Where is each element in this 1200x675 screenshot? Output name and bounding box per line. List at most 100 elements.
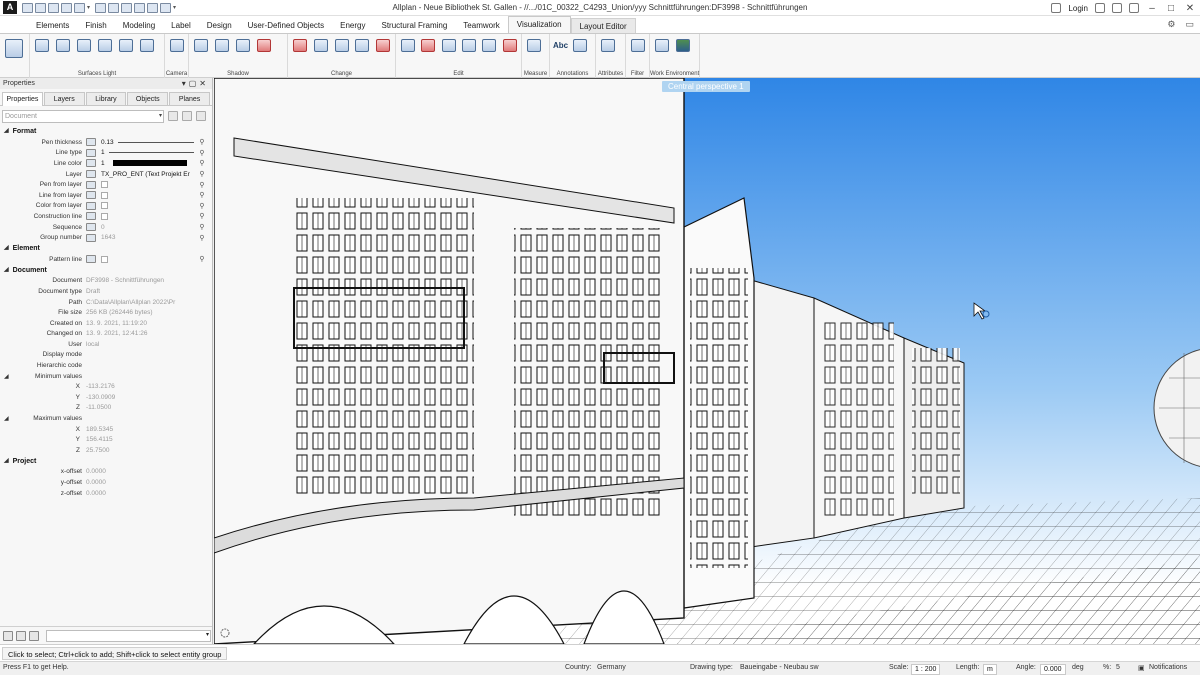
prop-minimum-values[interactable]: ◢ Minimum values bbox=[0, 371, 212, 382]
prop-pen-from-layer[interactable]: Pen from layer ⚲ bbox=[0, 179, 212, 190]
dock-icon[interactable]: ▭ bbox=[1185, 19, 1194, 30]
prop-pattern-line[interactable]: Pattern line ⚲ bbox=[0, 254, 212, 265]
open-icon[interactable] bbox=[35, 2, 46, 13]
favorite-select[interactable]: ▾ bbox=[46, 629, 211, 642]
cart-icon[interactable] bbox=[1112, 3, 1122, 13]
angle-value[interactable]: 0.000 bbox=[1040, 664, 1066, 675]
save-icon[interactable] bbox=[48, 2, 59, 13]
offset-icon[interactable] bbox=[460, 37, 477, 55]
copy-icon[interactable] bbox=[108, 2, 119, 13]
image-icon[interactable] bbox=[96, 37, 114, 55]
text-abc-icon[interactable]: Abc bbox=[553, 37, 568, 63]
attributes-icon[interactable] bbox=[599, 37, 617, 55]
notifications-icon[interactable]: ▣ bbox=[1138, 664, 1145, 672]
filter-icon[interactable] bbox=[629, 37, 646, 55]
help-icon[interactable] bbox=[1129, 3, 1139, 13]
prop-maximum-values[interactable]: ◢ Maximum values bbox=[0, 413, 212, 424]
search-icon[interactable] bbox=[168, 111, 178, 121]
mirror-icon[interactable] bbox=[374, 37, 392, 55]
copy-icon[interactable] bbox=[399, 37, 416, 55]
panel-controls[interactable]: ▾▢✕ bbox=[182, 79, 209, 88]
chevron-down-icon[interactable]: ▾ bbox=[87, 3, 93, 13]
notifications-button[interactable]: Notifications bbox=[1149, 664, 1187, 671]
split-icon[interactable] bbox=[419, 37, 436, 55]
prop-pen-thickness[interactable]: Pen thickness 0.13 ⚲ bbox=[0, 137, 212, 148]
section-icon[interactable] bbox=[255, 37, 273, 55]
new-icon[interactable] bbox=[22, 2, 33, 13]
prop-group-number[interactable]: Group number 1643 ⚲ bbox=[0, 232, 212, 243]
tab-energy[interactable]: Energy bbox=[332, 18, 373, 33]
tab-layers[interactable]: Layers bbox=[43, 92, 85, 105]
tab-layout-editor[interactable]: Layout Editor bbox=[570, 18, 636, 33]
tab-design[interactable]: Design bbox=[199, 18, 240, 33]
measure-icon[interactable] bbox=[525, 37, 543, 55]
scale-value[interactable]: 1 : 200 bbox=[911, 664, 941, 675]
prop-layer[interactable]: Layer TX_PRO_ENT (Text Projekt Er ⚲ bbox=[0, 169, 212, 180]
length-value[interactable]: m bbox=[983, 664, 997, 675]
minimize-button[interactable]: – bbox=[1146, 3, 1158, 14]
prop-color-from-layer[interactable]: Color from layer ⚲ bbox=[0, 201, 212, 212]
pen-icon[interactable] bbox=[291, 37, 309, 55]
tab-user-defined-objects[interactable]: User-Defined Objects bbox=[240, 18, 332, 33]
print-icon[interactable] bbox=[61, 2, 72, 13]
section-document[interactable]: ◢ Document bbox=[0, 265, 212, 276]
section-element[interactable]: ◢ Element bbox=[0, 243, 212, 254]
light-icon[interactable] bbox=[117, 37, 135, 55]
chevron-down-icon[interactable]: ▾ bbox=[173, 3, 179, 13]
tab-teamwork[interactable]: Teamwork bbox=[455, 18, 507, 33]
tab-planes[interactable]: Planes bbox=[169, 92, 210, 105]
brush-icon[interactable] bbox=[3, 630, 13, 641]
view-icon[interactable] bbox=[134, 2, 145, 13]
tab-properties[interactable]: Properties bbox=[2, 92, 43, 106]
tab-structural-framing[interactable]: Structural Framing bbox=[374, 18, 456, 33]
material-icon[interactable] bbox=[75, 37, 93, 55]
prop-line-from-layer[interactable]: Line from layer ⚲ bbox=[0, 190, 212, 201]
undo-icon[interactable] bbox=[74, 2, 85, 13]
window-icon[interactable] bbox=[147, 2, 158, 13]
annotation-icon[interactable] bbox=[571, 37, 589, 55]
section-format[interactable]: ◢ Format bbox=[0, 126, 212, 137]
settings-icon[interactable] bbox=[1095, 3, 1105, 13]
move-icon[interactable] bbox=[333, 37, 351, 55]
lamp-icon[interactable] bbox=[138, 37, 156, 55]
apply-icon[interactable] bbox=[29, 630, 39, 641]
filter-icon[interactable] bbox=[182, 111, 192, 121]
properties-icon[interactable] bbox=[3, 37, 25, 61]
prop-line-color[interactable]: Line color 1 ⚲ bbox=[0, 158, 212, 169]
delete-icon[interactable] bbox=[501, 37, 518, 55]
section-project[interactable]: ◢ Project bbox=[0, 456, 212, 467]
tab-label[interactable]: Label bbox=[163, 18, 199, 33]
camera-icon[interactable] bbox=[168, 37, 185, 55]
prop-sequence[interactable]: Sequence 0 ⚲ bbox=[0, 222, 212, 233]
percent-value[interactable]: 5 bbox=[1116, 664, 1120, 671]
render-icon[interactable] bbox=[192, 37, 210, 55]
gear-icon[interactable]: ⚙ bbox=[1167, 19, 1175, 30]
check-icon[interactable] bbox=[196, 111, 206, 121]
prop-line-type[interactable]: Line type 1 ⚲ bbox=[0, 148, 212, 159]
tab-library[interactable]: Library bbox=[85, 92, 127, 105]
layer-icon[interactable] bbox=[121, 2, 132, 13]
redo-icon[interactable] bbox=[95, 2, 106, 13]
tools-icon[interactable] bbox=[160, 2, 171, 13]
sun-icon[interactable] bbox=[213, 37, 231, 55]
close-button[interactable]: ✕ bbox=[1184, 3, 1196, 14]
rotate-icon[interactable] bbox=[480, 37, 497, 55]
document-select[interactable]: Document ▾ bbox=[2, 109, 164, 123]
coordinate-icon[interactable] bbox=[653, 37, 671, 55]
prop-construction-line[interactable]: Construction line ⚲ bbox=[0, 211, 212, 222]
join-icon[interactable] bbox=[440, 37, 457, 55]
view-settings-icon[interactable] bbox=[674, 37, 692, 55]
surface-icon[interactable] bbox=[33, 37, 51, 55]
drawing-type-value[interactable]: Baueingabe - Neubau sw bbox=[740, 664, 819, 671]
viewport-3d[interactable]: Central perspective 1 bbox=[214, 78, 1200, 644]
copy-format-icon[interactable] bbox=[16, 630, 26, 641]
tab-modeling[interactable]: Modeling bbox=[115, 18, 163, 33]
tab-objects[interactable]: Objects bbox=[127, 92, 169, 105]
texture-icon[interactable] bbox=[54, 37, 72, 55]
modify-icon[interactable] bbox=[312, 37, 330, 55]
stretch-icon[interactable] bbox=[353, 37, 371, 55]
tab-elements[interactable]: Elements bbox=[28, 18, 77, 33]
login-link[interactable]: Login bbox=[1068, 4, 1088, 13]
maximize-button[interactable]: □ bbox=[1165, 3, 1177, 14]
view-label[interactable]: Central perspective 1 bbox=[662, 81, 750, 92]
